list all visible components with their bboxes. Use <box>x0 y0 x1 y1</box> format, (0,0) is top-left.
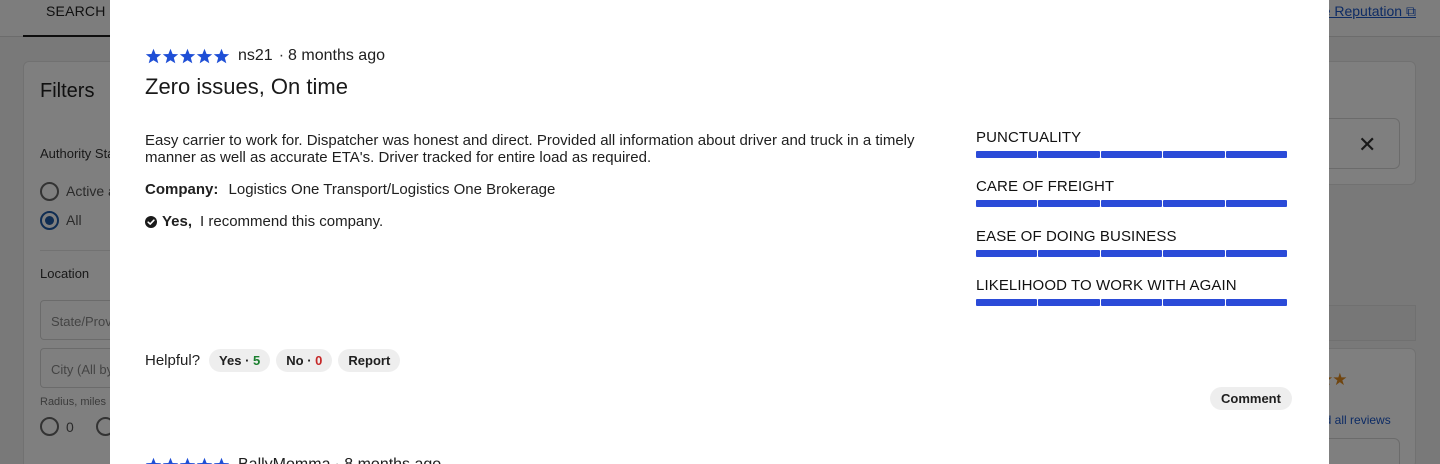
star-icon <box>145 457 162 464</box>
star-icon <box>179 457 196 464</box>
recommend-text: I recommend this company. <box>200 213 384 230</box>
rating-segment <box>1038 299 1100 306</box>
rating-segment <box>1163 151 1225 158</box>
review-stars <box>145 48 230 65</box>
review-header: ns21 · 8 months ago <box>145 46 385 66</box>
report-button[interactable]: Report <box>338 349 401 372</box>
helpful-no-button[interactable]: No · 0 <box>276 349 333 372</box>
review-stars <box>145 457 230 464</box>
star-icon <box>213 457 230 464</box>
rating-bar <box>976 200 1288 207</box>
review-title: Zero issues, On time <box>145 74 348 99</box>
rating-segment <box>1100 299 1163 306</box>
rating-segment <box>1038 250 1100 257</box>
rating-label: CARE OF FREIGHT <box>976 178 1115 195</box>
helpful-row: Helpful? Yes · 5 No · 0 Report <box>145 349 406 372</box>
rating-segment <box>976 299 1038 306</box>
rating-segment <box>1100 200 1163 207</box>
rating-segment <box>976 151 1038 158</box>
company-name: Logistics One Transport/Logistics One Br… <box>228 181 556 198</box>
rating-segment <box>1100 250 1163 257</box>
rating-segment <box>1163 200 1225 207</box>
no-count: 0 <box>315 353 323 368</box>
comment-button[interactable]: Comment <box>1210 387 1292 410</box>
rating-segment <box>1038 200 1100 207</box>
yes-count: 5 <box>253 353 261 368</box>
review-date: · 8 months ago <box>334 456 441 464</box>
star-icon <box>179 48 196 65</box>
star-icon <box>145 48 162 65</box>
rating-segment <box>1225 200 1288 207</box>
rating-bar <box>976 299 1288 306</box>
recommendation: Yes, I recommend this company. <box>145 213 383 230</box>
next-review-header: BallyMomma · 8 months ago <box>145 456 441 464</box>
rating-label: LIKELIHOOD TO WORK WITH AGAIN <box>976 277 1237 294</box>
rating-segment <box>976 200 1038 207</box>
rating-segment <box>1225 250 1288 257</box>
rating-segment <box>1225 299 1288 306</box>
rating-label: PUNCTUALITY <box>976 129 1082 146</box>
no-label: No · <box>286 353 312 368</box>
rating-bar <box>976 250 1288 257</box>
reviews-modal: ns21 · 8 months ago Zero issues, On time… <box>110 0 1329 464</box>
review-date: 8 months ago <box>288 47 385 64</box>
review-company: Company: Logistics One Transport/Logisti… <box>145 181 555 198</box>
rating-label: EASE OF DOING BUSINESS <box>976 228 1177 245</box>
review-body: Easy carrier to work for. Dispatcher was… <box>145 132 915 166</box>
rating-care-of-freight: CARE OF FREIGHT <box>976 178 1288 207</box>
rating-segment <box>1225 151 1288 158</box>
helpful-yes-button[interactable]: Yes · 5 <box>209 349 271 372</box>
rating-segment <box>1163 250 1225 257</box>
yes-label: Yes · <box>219 353 250 368</box>
recommend-yes: Yes, <box>162 213 193 230</box>
rating-segment <box>1038 151 1100 158</box>
separator: · <box>278 47 285 64</box>
check-circle-icon <box>145 215 157 228</box>
star-icon <box>162 48 179 65</box>
rating-segment <box>1163 299 1225 306</box>
star-icon <box>213 48 230 65</box>
rating-bar <box>976 151 1288 158</box>
review-author: BallyMomma <box>238 456 330 464</box>
star-icon <box>162 457 179 464</box>
star-icon <box>196 457 213 464</box>
review-author: ns21 <box>238 47 273 64</box>
rating-ease-of-business: EASE OF DOING BUSINESS <box>976 228 1288 257</box>
company-label: Company: <box>145 181 219 198</box>
rating-segment <box>1100 151 1163 158</box>
rating-likelihood: LIKELIHOOD TO WORK WITH AGAIN <box>976 277 1288 306</box>
star-icon <box>196 48 213 65</box>
rating-segment <box>976 250 1038 257</box>
rating-punctuality: PUNCTUALITY <box>976 129 1288 158</box>
helpful-label: Helpful? <box>145 352 201 369</box>
